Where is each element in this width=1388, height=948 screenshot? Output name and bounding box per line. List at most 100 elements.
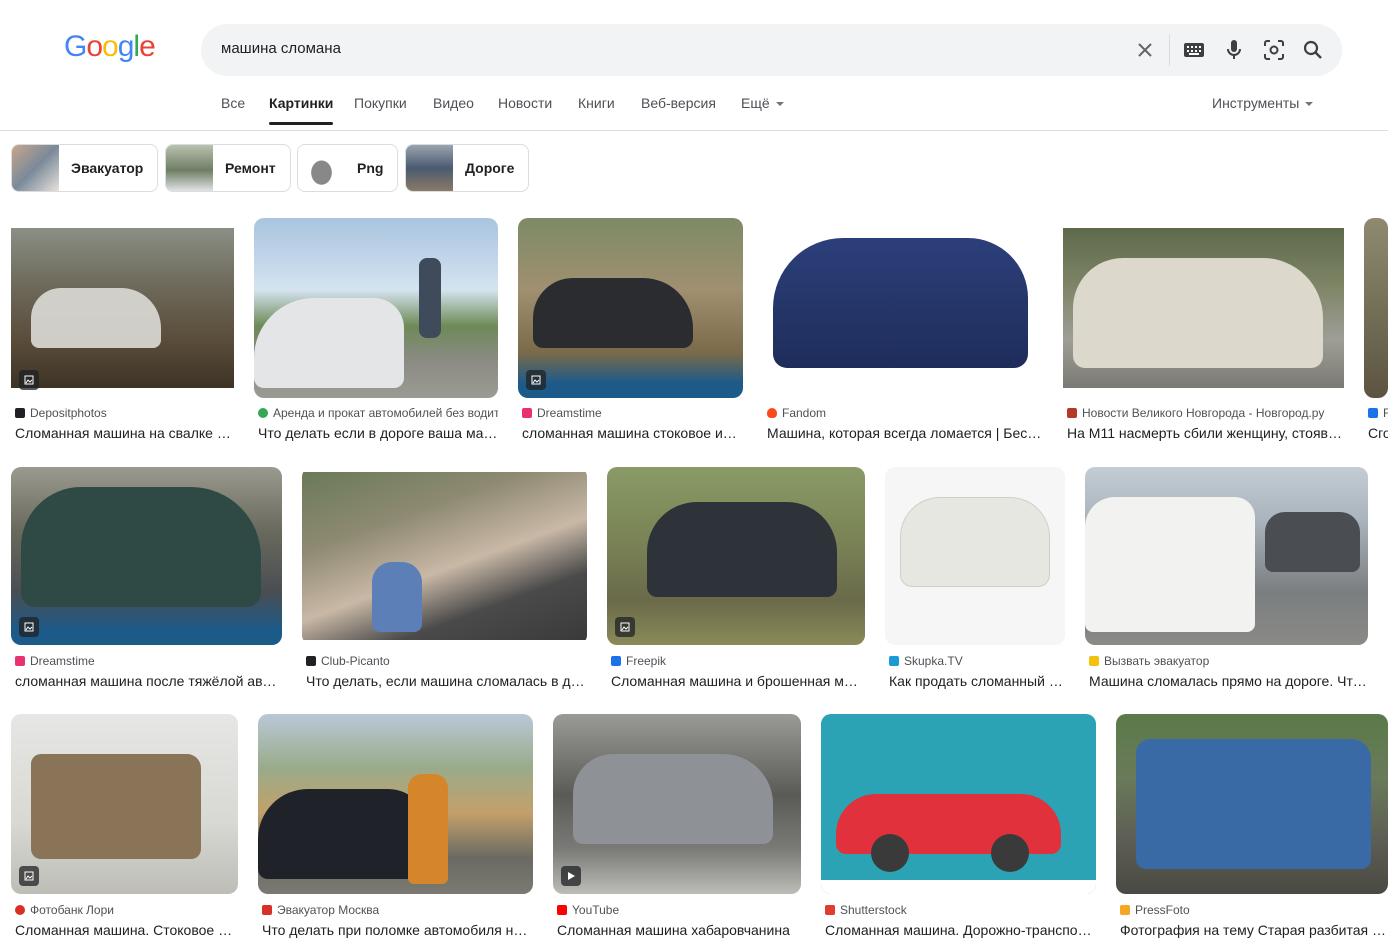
result-source[interactable]: Fandom xyxy=(767,406,1043,420)
result-title[interactable]: Машина, которая всегда ломается | Бескон… xyxy=(767,425,1043,441)
tab-web[interactable]: Веб-версия xyxy=(641,95,716,111)
result-title[interactable]: сломанная машина после тяжёлой аварии xyxy=(15,673,282,689)
image-badge-icon xyxy=(19,617,39,637)
result-source[interactable]: Dreamstime xyxy=(522,406,743,420)
chip-label: Эвакуатор xyxy=(71,160,144,176)
result-source[interactable]: Dreamstime xyxy=(15,654,282,668)
result-thumbnail[interactable] xyxy=(763,218,1043,398)
result-thumbnail[interactable] xyxy=(11,714,238,894)
result-source[interactable]: PressFoto xyxy=(1120,903,1388,917)
header-divider xyxy=(0,130,1388,131)
tab-more[interactable]: Ещё xyxy=(741,95,784,111)
search-icon[interactable] xyxy=(1299,36,1327,64)
chip-thumbnail xyxy=(406,145,453,191)
tab-more-label: Ещё xyxy=(741,95,770,111)
result-title[interactable]: Сломанная машина и брошенная машина xyxy=(611,673,865,689)
result-title[interactable]: Сломанная машина. Дорожно-транспортное xyxy=(825,922,1096,938)
tab-all[interactable]: Все xyxy=(221,95,245,111)
result-thumbnail[interactable] xyxy=(11,218,234,398)
clear-icon[interactable] xyxy=(1131,36,1159,64)
result-title[interactable]: Что делать, если машина сломалась в доро… xyxy=(306,673,587,689)
search-divider xyxy=(1169,34,1170,66)
chip-thumbnail xyxy=(166,145,213,191)
play-icon xyxy=(561,866,581,886)
result-title[interactable]: Как продать сломанный автомобиль xyxy=(889,673,1065,689)
source-favicon-icon xyxy=(15,408,25,418)
result-title[interactable]: Сломанная машина хабаровчанина xyxy=(557,922,801,938)
source-favicon-icon xyxy=(15,905,25,915)
result-title[interactable]: Машина сломалась прямо на дороге. Что де… xyxy=(1089,673,1368,689)
tools-label: Инструменты xyxy=(1212,95,1300,111)
source-favicon-icon xyxy=(306,656,316,666)
result-title[interactable]: На М11 насмерть сбили женщину, стоявшую … xyxy=(1067,425,1344,441)
result-source[interactable]: YouTube xyxy=(557,903,801,917)
source-favicon-icon xyxy=(522,408,532,418)
chip-repair[interactable]: Ремонт xyxy=(165,144,291,192)
tab-books[interactable]: Книги xyxy=(578,95,615,111)
result-source[interactable]: F xyxy=(1368,406,1388,420)
search-input[interactable]: машина сломана xyxy=(221,40,341,57)
source-favicon-icon xyxy=(611,656,621,666)
google-logo[interactable]: Google xyxy=(64,30,156,64)
source-favicon-icon xyxy=(825,905,835,915)
result-thumbnail[interactable] xyxy=(302,467,587,645)
source-favicon-icon xyxy=(15,656,25,666)
result-source[interactable]: Depositphotos xyxy=(15,406,234,420)
source-favicon-icon xyxy=(258,408,268,418)
source-favicon-icon xyxy=(1089,656,1099,666)
chevron-down-icon xyxy=(1305,102,1314,107)
result-source[interactable]: Аренда и прокат автомобилей без водителя xyxy=(258,406,498,420)
tab-shopping[interactable]: Покупки xyxy=(354,95,407,111)
result-source[interactable]: Фотобанк Лори xyxy=(15,903,238,917)
image-badge-icon xyxy=(615,617,635,637)
chevron-down-icon xyxy=(775,102,784,107)
result-thumbnail[interactable] xyxy=(885,467,1065,645)
result-title[interactable]: сломанная машина стоковое изображение xyxy=(522,425,743,441)
result-thumbnail[interactable] xyxy=(518,218,743,398)
tab-images[interactable]: Картинки xyxy=(269,95,334,125)
chip-png[interactable]: Png xyxy=(297,144,399,192)
result-source[interactable]: Эвакуатор Москва xyxy=(262,903,533,917)
result-source[interactable]: Вызвать эвакуатор xyxy=(1089,654,1368,668)
source-favicon-icon xyxy=(767,408,777,418)
tab-video[interactable]: Видео xyxy=(433,95,474,111)
result-source[interactable]: Freepik xyxy=(611,654,865,668)
tools-button[interactable]: Инструменты xyxy=(1212,95,1314,111)
keyboard-icon[interactable] xyxy=(1180,36,1208,64)
result-thumbnail[interactable] xyxy=(258,714,533,894)
result-thumbnail[interactable] xyxy=(1063,218,1344,398)
tab-news[interactable]: Новости xyxy=(498,95,552,111)
result-title[interactable]: Сломанная машина. Стоковое фото xyxy=(15,922,238,938)
result-title[interactable]: Что делать если в дороге ваша машина сло… xyxy=(258,425,498,441)
result-title[interactable]: Что делать при поломке автомобиля на дор… xyxy=(262,922,533,938)
result-thumbnail[interactable] xyxy=(607,467,865,645)
chip-label: Ремонт xyxy=(225,160,276,176)
chip-thumbnail xyxy=(298,145,345,191)
result-thumbnail[interactable] xyxy=(1364,218,1388,398)
result-thumbnail[interactable] xyxy=(254,218,498,398)
chip-tow-truck[interactable]: Эвакуатор xyxy=(11,144,159,192)
result-source[interactable]: Skupka.TV xyxy=(889,654,1065,668)
source-favicon-icon xyxy=(1067,408,1077,418)
result-thumbnail[interactable] xyxy=(11,467,282,645)
result-thumbnail[interactable] xyxy=(821,714,1096,894)
source-favicon-icon xyxy=(557,905,567,915)
chip-label: Дороге xyxy=(465,160,515,176)
image-badge-icon xyxy=(19,370,39,390)
chip-thumbnail xyxy=(12,145,59,191)
chip-road[interactable]: Дороге xyxy=(405,144,530,192)
result-source[interactable]: Новости Великого Новгорода - Новгород.ру xyxy=(1067,406,1344,420)
result-source[interactable]: Shutterstock xyxy=(825,903,1096,917)
result-thumbnail[interactable] xyxy=(1116,714,1388,894)
result-title[interactable]: Сго xyxy=(1368,425,1388,441)
result-thumbnail[interactable] xyxy=(1085,467,1368,645)
result-thumbnail[interactable] xyxy=(553,714,801,894)
search-bar[interactable]: машина сломана xyxy=(201,24,1342,76)
result-title[interactable]: Сломанная машина на свалке — стоковое фо… xyxy=(15,425,234,441)
result-title[interactable]: Фотография на тему Старая разбитая машин… xyxy=(1120,922,1388,938)
image-badge-icon xyxy=(19,866,39,886)
lens-camera-icon[interactable] xyxy=(1260,36,1288,64)
microphone-icon[interactable] xyxy=(1220,36,1248,64)
result-source[interactable]: Club-Picanto xyxy=(306,654,587,668)
image-badge-icon xyxy=(526,370,546,390)
